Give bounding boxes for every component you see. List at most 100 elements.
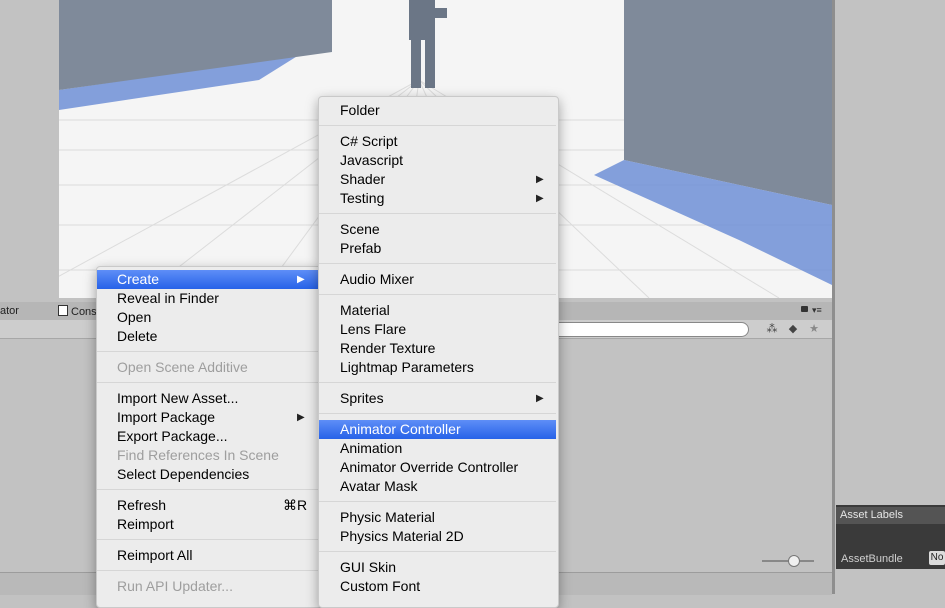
menu-item-export-package[interactable]: Export Package... xyxy=(97,427,319,446)
menu-item-import-new-asset[interactable]: Import New Asset... xyxy=(97,389,319,408)
menu-item-label: Material xyxy=(340,302,390,318)
menu-separator xyxy=(319,551,556,552)
menu-item-label: Import New Asset... xyxy=(117,390,239,406)
menu-item-label: Physic Material xyxy=(340,509,435,525)
menu-item-folder[interactable]: Folder xyxy=(319,101,556,120)
menu-item-material[interactable]: Material xyxy=(319,301,556,320)
menu-item-label: Prefab xyxy=(340,240,382,256)
menu-item-create[interactable]: Create ▶ xyxy=(97,270,319,289)
menu-item-select-dependencies[interactable]: Select Dependencies xyxy=(97,465,319,484)
favorite-star-icon[interactable]: ★ xyxy=(806,321,822,337)
menu-item-sprites[interactable]: Sprites ▶ xyxy=(319,389,556,408)
editor-left-strip xyxy=(0,0,59,302)
menu-item-label: Render Texture xyxy=(340,340,436,356)
menu-item-label: Find References In Scene xyxy=(117,447,279,463)
submenu-arrow-icon: ▶ xyxy=(536,393,544,404)
submenu-arrow-icon: ▶ xyxy=(297,274,305,285)
menu-separator xyxy=(97,351,319,352)
menu-item-label: Testing xyxy=(340,190,385,206)
menu-separator xyxy=(319,413,556,414)
menu-item-label: Animator Override Controller xyxy=(340,459,519,475)
menu-item-scene[interactable]: Scene xyxy=(319,220,556,239)
menu-item-javascript[interactable]: Javascript xyxy=(319,151,556,170)
menu-separator xyxy=(97,382,319,383)
asset-labels-panel: Asset Labels AssetBundle No xyxy=(836,505,945,569)
menu-lines-icon[interactable]: ▾≡ xyxy=(812,306,822,315)
asset-bundle-dropdown[interactable]: No xyxy=(929,551,945,565)
panel-divider[interactable] xyxy=(832,0,835,594)
menu-item-label: Export Package... xyxy=(117,428,228,444)
menu-item-label: Run API Updater... xyxy=(117,578,233,594)
menu-item-label: Audio Mixer xyxy=(340,271,414,287)
menu-item-label: GUI Skin xyxy=(340,559,397,575)
menu-item-label: C# Script xyxy=(340,133,398,149)
menu-separator xyxy=(319,213,556,214)
menu-item-open[interactable]: Open xyxy=(97,308,319,327)
asset-bundle-label: AssetBundle xyxy=(841,553,903,565)
menu-item-animation[interactable]: Animation xyxy=(319,439,556,458)
menu-item-c-script[interactable]: C# Script xyxy=(319,132,556,151)
menu-item-reimport-all[interactable]: Reimport All xyxy=(97,546,319,565)
menu-item-label: Reveal in Finder xyxy=(117,290,219,306)
menu-separator xyxy=(319,263,556,264)
menu-item-label: Create xyxy=(117,271,160,287)
menu-item-refresh[interactable]: Refresh ⌘R xyxy=(97,496,319,515)
search-input[interactable] xyxy=(540,322,749,337)
menu-item-open-scene-additive: Open Scene Additive xyxy=(97,358,319,377)
zoom-slider-handle[interactable] xyxy=(788,555,800,567)
submenu-arrow-icon: ▶ xyxy=(297,412,305,423)
menu-item-label: Folder xyxy=(340,102,380,118)
asset-labels-header: Asset Labels xyxy=(836,507,945,524)
menu-item-audio-mixer[interactable]: Audio Mixer xyxy=(319,270,556,289)
menu-item-label: Select Dependencies xyxy=(117,466,250,482)
menu-separator xyxy=(97,539,319,540)
menu-item-prefab[interactable]: Prefab xyxy=(319,239,556,258)
create-submenu: Folder C# Script Javascript Shader ▶ Testing ▶… xyxy=(318,96,559,608)
menu-item-physic-material[interactable]: Physic Material xyxy=(319,508,556,527)
menu-item-label: Reimport xyxy=(117,516,174,532)
filter-by-type-icon[interactable]: ⁂ xyxy=(764,321,780,337)
submenu-arrow-icon: ▶ xyxy=(536,174,544,185)
tab-animator[interactable]: ator xyxy=(0,305,19,317)
menu-item-run-api-updater: Run API Updater... xyxy=(97,577,319,596)
menu-item-reveal-in-finder[interactable]: Reveal in Finder xyxy=(97,289,319,308)
menu-item-avatar-mask[interactable]: Avatar Mask xyxy=(319,477,556,496)
menu-item-label: Reimport All xyxy=(117,547,193,563)
menu-item-delete[interactable]: Delete xyxy=(97,327,319,346)
menu-item-label: Sprites xyxy=(340,390,384,406)
menu-item-label: Avatar Mask xyxy=(340,478,418,494)
menu-item-render-texture[interactable]: Render Texture xyxy=(319,339,556,358)
menu-separator xyxy=(319,382,556,383)
menu-item-label: Refresh xyxy=(117,497,167,513)
menu-item-lens-flare[interactable]: Lens Flare xyxy=(319,320,556,339)
tab-console-label: Cons xyxy=(71,306,97,318)
menu-item-label: Shader xyxy=(340,171,386,187)
menu-item-reimport[interactable]: Reimport xyxy=(97,515,319,534)
menu-item-shader[interactable]: Shader ▶ xyxy=(319,170,556,189)
menu-item-testing[interactable]: Testing ▶ xyxy=(319,189,556,208)
menu-item-lightmap-parameters[interactable]: Lightmap Parameters xyxy=(319,358,556,377)
menu-separator xyxy=(319,125,556,126)
menu-item-custom-font[interactable]: Custom Font xyxy=(319,577,556,596)
menu-item-import-package[interactable]: Import Package ▶ xyxy=(97,408,319,427)
context-menu: Create ▶ Reveal in Finder Open Delete Open Sc… xyxy=(96,266,322,608)
shortcut-label: ⌘R xyxy=(283,497,308,513)
menu-item-gui-skin[interactable]: GUI Skin xyxy=(319,558,556,577)
menu-item-label: Lightmap Parameters xyxy=(340,359,474,375)
submenu-arrow-icon: ▶ xyxy=(536,193,544,204)
menu-item-label: Physics Material 2D xyxy=(340,528,464,544)
menu-separator xyxy=(319,501,556,502)
menu-item-physics-material-2d[interactable]: Physics Material 2D xyxy=(319,527,556,546)
filter-by-label-icon[interactable]: ◆ xyxy=(785,321,801,337)
lock-icon[interactable] xyxy=(801,306,808,312)
menu-separator xyxy=(97,489,319,490)
tab-console[interactable]: Cons xyxy=(58,305,97,318)
menu-item-animator-controller[interactable]: Animator Controller xyxy=(319,420,556,439)
menu-item-label: Open Scene Additive xyxy=(117,359,248,375)
menu-item-animator-override-controller[interactable]: Animator Override Controller xyxy=(319,458,556,477)
menu-item-find-references-in-scene: Find References In Scene xyxy=(97,446,319,465)
menu-item-label: Animation xyxy=(340,440,403,456)
menu-item-label: Animator Controller xyxy=(340,421,461,437)
menu-item-label: Delete xyxy=(117,328,158,344)
menu-separator xyxy=(97,570,319,571)
